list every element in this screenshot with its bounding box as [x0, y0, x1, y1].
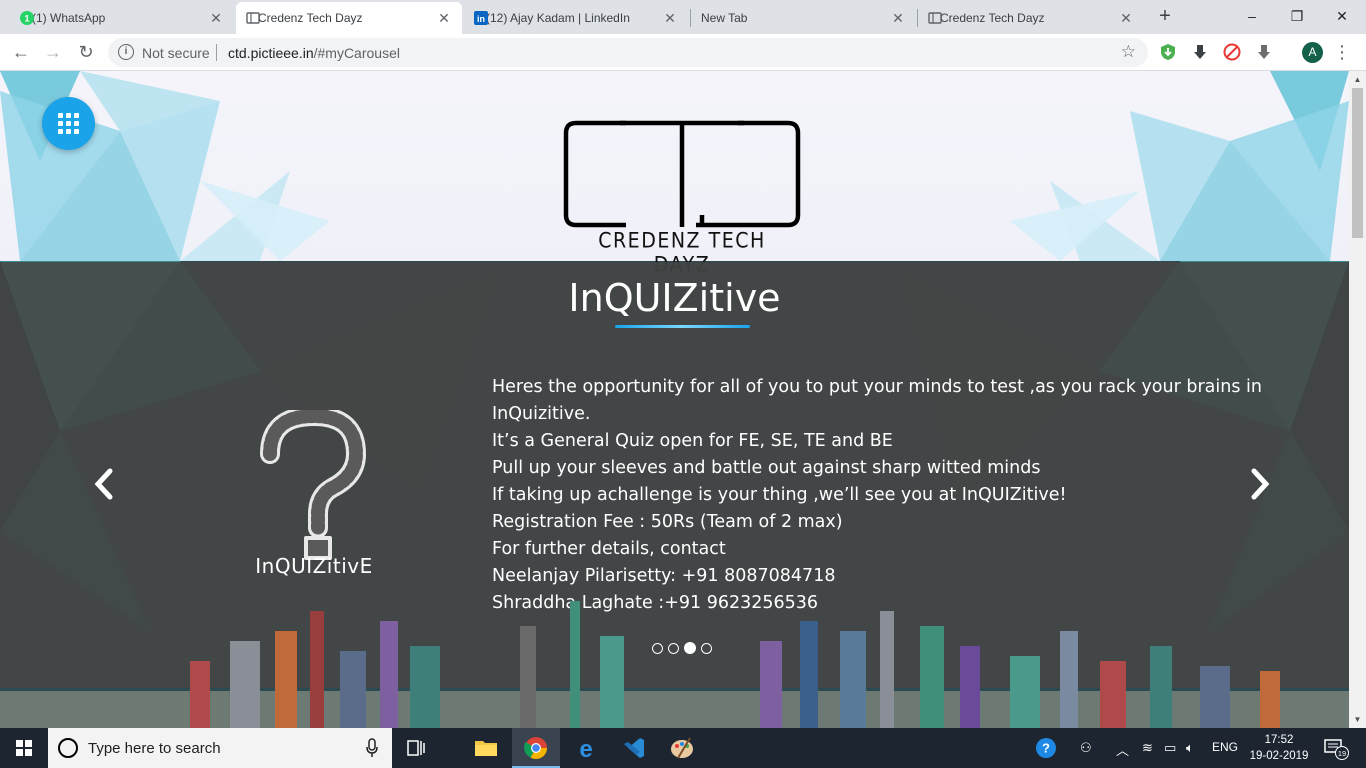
browser-tab-strip: 1 (1) WhatsApp ✕ Credenz Tech Dayz ✕ in … [0, 0, 1366, 34]
page-viewport: CREDENZ TECH DAYZ InQUIZitive InQUIZitiv… [0, 71, 1349, 728]
clock-time: 17:52 [1264, 734, 1294, 746]
tab-credenz-second[interactable]: Credenz Tech Dayz ✕ [918, 2, 1144, 34]
downloader-extension-icon[interactable] [1254, 42, 1274, 62]
chrome-taskbar-button[interactable] [512, 728, 560, 768]
tab-title: Credenz Tech Dayz [940, 11, 1045, 25]
slide-title: InQUIZitive [568, 276, 781, 320]
carousel-dot[interactable] [652, 642, 663, 654]
language-indicator[interactable]: ENG [1212, 740, 1238, 754]
action-center-icon[interactable]: 19 [1322, 737, 1352, 761]
grid-icon [58, 113, 79, 134]
svg-text:?: ? [1042, 741, 1050, 756]
back-button[interactable]: ← [9, 40, 33, 64]
shield-extension-icon[interactable] [1158, 42, 1178, 62]
tab-linkedin[interactable]: in (12) Ajay Kadam | LinkedIn ✕ [464, 2, 688, 34]
taskbar-clock[interactable]: 17:52 19-02-2019 [1249, 732, 1309, 764]
svg-text:e: e [579, 736, 592, 763]
tab-title: (1) WhatsApp [32, 11, 106, 25]
bookmark-star-icon[interactable]: ☆ [1121, 42, 1136, 62]
description-line: If taking up achallenge is your thing ,w… [492, 485, 1067, 505]
windows-taskbar: Type here to search e ? ⚇ ︿ ≋ ▭ 🔈︎ ENG 1… [0, 728, 1366, 768]
quiz-image-label: InQUIZitivE [255, 554, 373, 578]
forward-button[interactable]: → [41, 40, 65, 64]
tab-title: (12) Ajay Kadam | LinkedIn [486, 11, 630, 25]
scroll-thumb[interactable] [1352, 88, 1363, 238]
security-label[interactable]: Not secure [142, 45, 210, 61]
url-text[interactable]: ctd.pictieee.in/#myCarousel [228, 45, 400, 61]
microphone-icon[interactable] [366, 738, 378, 758]
tab-close-icon[interactable]: ✕ [890, 10, 906, 27]
tab-badge: 1 [24, 14, 29, 24]
city-skyline [0, 601, 1349, 728]
wifi-icon[interactable]: ≋ [1142, 740, 1153, 756]
browser-toolbar: ← → ↻ i Not secure ctd.pictieee.in/#myCa… [0, 34, 1366, 71]
edge-icon[interactable]: e [562, 728, 610, 768]
carousel-prev-icon[interactable] [92, 466, 116, 502]
tab-credenz-active[interactable]: Credenz Tech Dayz ✕ [236, 2, 462, 34]
url-path: /#myCarousel [313, 45, 400, 61]
battery-icon[interactable]: ▭ [1164, 740, 1176, 756]
flash-block-icon[interactable] [1222, 42, 1242, 62]
close-window-button[interactable]: ✕ [1322, 4, 1362, 28]
ctd-logo: CREDENZ TECH DAYZ [560, 119, 804, 277]
help-icon[interactable]: ? [1034, 737, 1058, 759]
tab-close-icon[interactable]: ✕ [208, 10, 224, 27]
vscode-icon[interactable] [610, 728, 658, 768]
minimize-button[interactable]: – [1232, 4, 1272, 28]
chrome-icon [524, 737, 547, 759]
description-line: For further details, contact [492, 539, 726, 559]
menu-grid-button[interactable] [42, 97, 95, 150]
address-divider [216, 44, 217, 61]
carousel-dot[interactable] [701, 642, 712, 654]
new-tab-button[interactable]: + [1154, 6, 1176, 28]
description-line: Heres the opportunity for all of you to … [492, 377, 1262, 424]
cortana-icon [58, 738, 78, 758]
tab-new-tab[interactable]: New Tab ✕ [690, 2, 916, 34]
slide-description: Heres the opportunity for all of you to … [492, 374, 1282, 617]
tab-title: Credenz Tech Dayz [258, 11, 363, 25]
browser-menu-icon[interactable]: ⋮ [1332, 40, 1352, 64]
scroll-up-icon[interactable]: ▲ [1349, 71, 1366, 88]
description-line: Pull up your sleeves and battle out agai… [492, 458, 1041, 478]
task-view-icon[interactable] [392, 728, 440, 768]
file-explorer-icon[interactable] [462, 728, 510, 768]
page-icon [928, 12, 942, 24]
address-bar[interactable]: i Not secure ctd.pictieee.in/#myCarousel… [108, 38, 1148, 67]
tab-close-icon[interactable]: ✕ [662, 10, 678, 27]
download-extension-icon[interactable] [1190, 42, 1210, 62]
description-line: It’s a General Quiz open for FE, SE, TE … [492, 431, 893, 451]
taskbar-search[interactable]: Type here to search [48, 728, 392, 768]
svg-text:in: in [477, 14, 485, 24]
tab-title: New Tab [701, 11, 748, 25]
page-scrollbar[interactable]: ▲ ▼ [1349, 71, 1366, 728]
url-host: ctd.pictieee.in [228, 45, 314, 61]
search-placeholder: Type here to search [88, 740, 221, 757]
volume-icon[interactable]: 🔈︎ [1186, 740, 1194, 756]
notification-count: 19 [1338, 749, 1346, 758]
whatsapp-icon: 1 [20, 11, 34, 25]
scroll-down-icon[interactable]: ▼ [1349, 711, 1366, 728]
tab-whatsapp[interactable]: 1 (1) WhatsApp ✕ [10, 2, 234, 34]
title-underline [615, 325, 750, 328]
paint-icon[interactable] [658, 728, 706, 768]
carousel-indicators [652, 642, 712, 654]
people-icon[interactable]: ⚇ [1080, 740, 1092, 756]
reload-button[interactable]: ↻ [74, 40, 98, 64]
page-icon [246, 12, 260, 24]
profile-avatar[interactable]: A [1302, 42, 1323, 63]
tab-close-icon[interactable]: ✕ [436, 10, 452, 27]
linkedin-icon: in [474, 11, 488, 25]
tab-close-icon[interactable]: ✕ [1118, 10, 1134, 27]
clock-date: 19-02-2019 [1249, 750, 1309, 762]
contact-line: Neelanjay Pilarisetty: +91 8087084718 [492, 566, 836, 586]
maximize-button[interactable]: ❐ [1277, 4, 1317, 28]
description-line: Registration Fee : 50Rs (Team of 2 max) [492, 512, 843, 532]
show-hidden-icons-icon[interactable]: ︿ [1116, 740, 1129, 759]
carousel-dot-active[interactable] [684, 642, 696, 654]
windows-start-icon[interactable] [0, 728, 48, 768]
carousel-dot[interactable] [668, 642, 679, 654]
info-icon[interactable]: i [118, 44, 134, 60]
